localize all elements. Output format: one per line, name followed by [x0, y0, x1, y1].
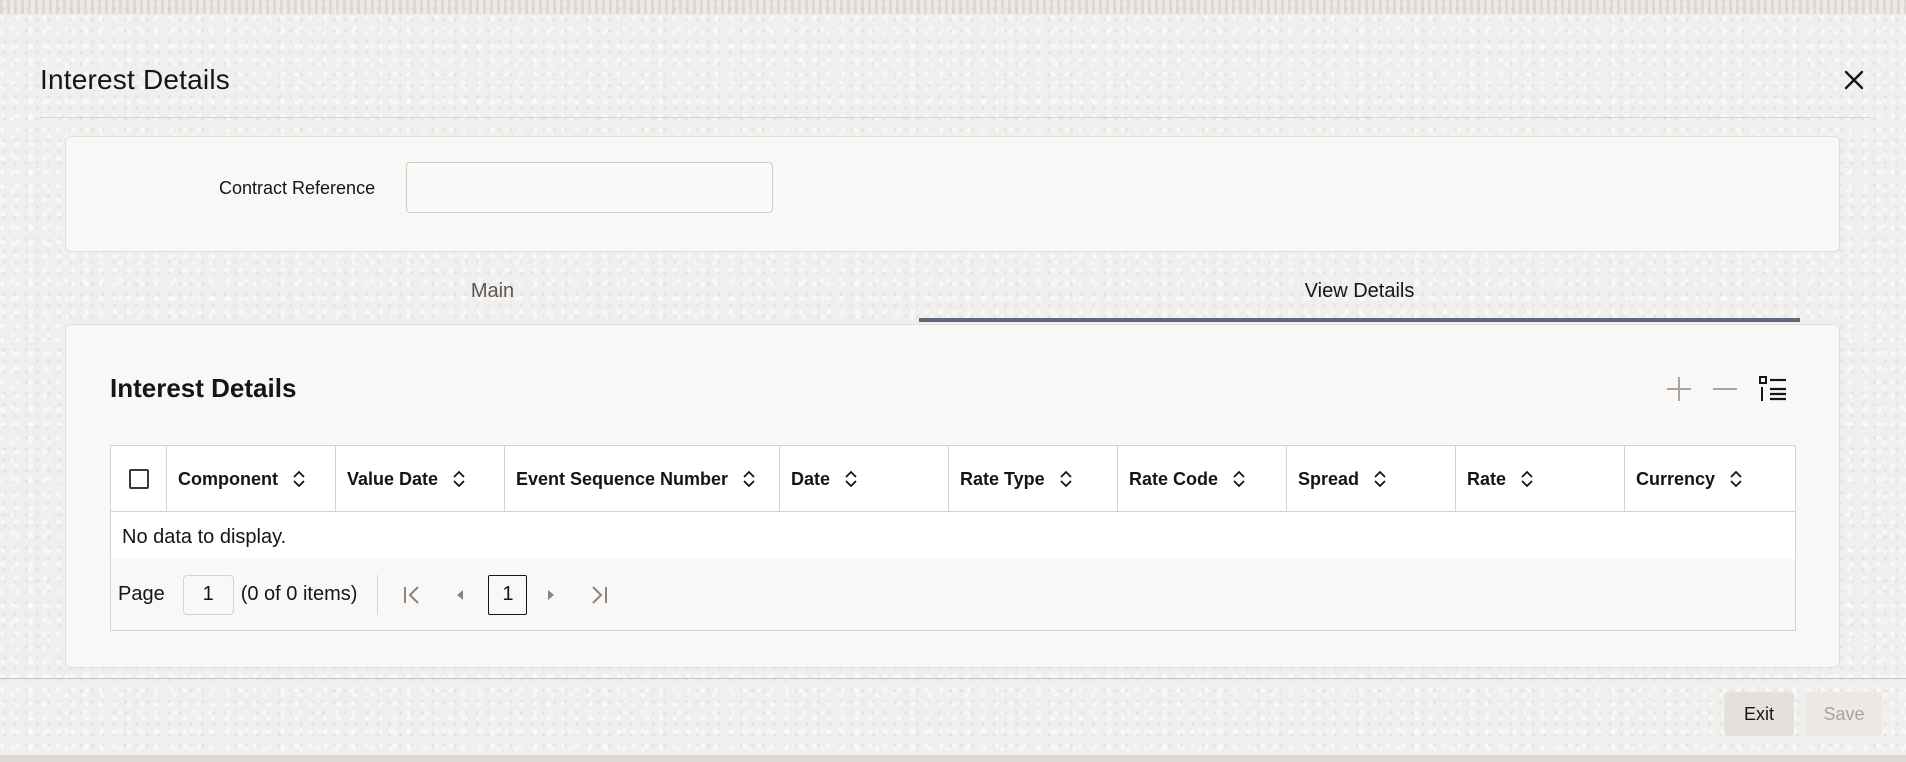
add-row-button[interactable]	[1662, 372, 1696, 406]
pagination-bar: Page (0 of 0 items) 1	[111, 559, 1795, 630]
sort-icon[interactable]	[742, 470, 756, 488]
window-bottom-strip	[0, 755, 1906, 762]
remove-row-button[interactable]	[1708, 372, 1742, 406]
sort-icon[interactable]	[844, 470, 858, 488]
pager-divider	[377, 574, 379, 615]
tab-main[interactable]: Main	[65, 280, 920, 322]
interest-details-grid: Component Value Date Event Sequence Numb…	[110, 445, 1796, 631]
header-select-all-cell	[111, 446, 167, 512]
column-header-rate[interactable]: Rate	[1456, 446, 1625, 512]
sort-icon[interactable]	[292, 470, 306, 488]
last-page-button[interactable]	[579, 575, 619, 615]
item-count: (0 of 0 items)	[240, 583, 358, 605]
sort-icon[interactable]	[452, 470, 466, 488]
section-title: Interest Details	[110, 373, 297, 403]
column-header-rate-code[interactable]: Rate Code	[1118, 446, 1287, 512]
column-label: Rate Type	[960, 468, 1045, 489]
list-view-icon	[1759, 376, 1786, 401]
column-header-currency[interactable]: Currency	[1625, 446, 1795, 512]
close-button[interactable]	[1838, 64, 1870, 96]
list-view-button[interactable]	[1756, 372, 1790, 406]
last-page-icon	[592, 585, 608, 604]
tab-view-details[interactable]: View Details	[919, 280, 1800, 322]
column-header-event-sequence-number[interactable]: Event Sequence Number	[505, 446, 780, 512]
sort-icon[interactable]	[1520, 470, 1534, 488]
column-header-value-date[interactable]: Value Date	[336, 446, 505, 512]
first-page-button[interactable]	[392, 575, 432, 615]
column-label: Component	[178, 468, 278, 489]
grid-header-row: Component Value Date Event Sequence Numb…	[111, 446, 1795, 512]
save-button[interactable]: Save	[1806, 692, 1882, 736]
dialog-title: Interest Details	[40, 64, 230, 95]
column-label: Value Date	[347, 468, 439, 489]
sort-icon[interactable]	[1059, 470, 1073, 488]
first-page-icon	[404, 585, 420, 604]
column-header-rate-type[interactable]: Rate Type	[949, 446, 1118, 512]
contract-reference-input[interactable]	[406, 162, 773, 213]
column-header-date[interactable]: Date	[780, 446, 949, 512]
select-all-checkbox[interactable]	[129, 469, 149, 489]
sort-icon[interactable]	[1729, 470, 1743, 488]
footer-divider	[0, 678, 1906, 679]
window-top-strip	[0, 0, 1906, 14]
next-page-icon	[548, 589, 555, 600]
column-header-spread[interactable]: Spread	[1287, 446, 1456, 512]
previous-page-button[interactable]	[440, 575, 480, 615]
empty-grid-message: No data to display.	[122, 526, 287, 548]
column-label: Event Sequence Number	[516, 468, 729, 489]
page-number-input[interactable]	[182, 574, 234, 615]
column-header-component[interactable]: Component	[167, 446, 336, 512]
add-icon	[1667, 377, 1691, 401]
column-label: Spread	[1298, 468, 1360, 489]
page-label: Page	[118, 583, 165, 605]
current-page-button[interactable]: 1	[488, 574, 528, 615]
next-page-button[interactable]	[531, 575, 571, 615]
remove-icon	[1713, 388, 1737, 390]
contract-reference-label: Contract Reference	[219, 178, 376, 198]
column-label: Date	[791, 468, 831, 489]
title-divider	[40, 117, 1870, 118]
exit-button[interactable]: Exit	[1724, 692, 1794, 736]
column-label: Rate	[1467, 468, 1507, 489]
sort-icon[interactable]	[1232, 470, 1246, 488]
column-label: Currency	[1636, 468, 1716, 489]
close-icon	[1844, 70, 1864, 90]
sort-icon[interactable]	[1373, 470, 1387, 488]
column-label: Rate Code	[1129, 468, 1219, 489]
previous-page-icon	[457, 589, 464, 600]
